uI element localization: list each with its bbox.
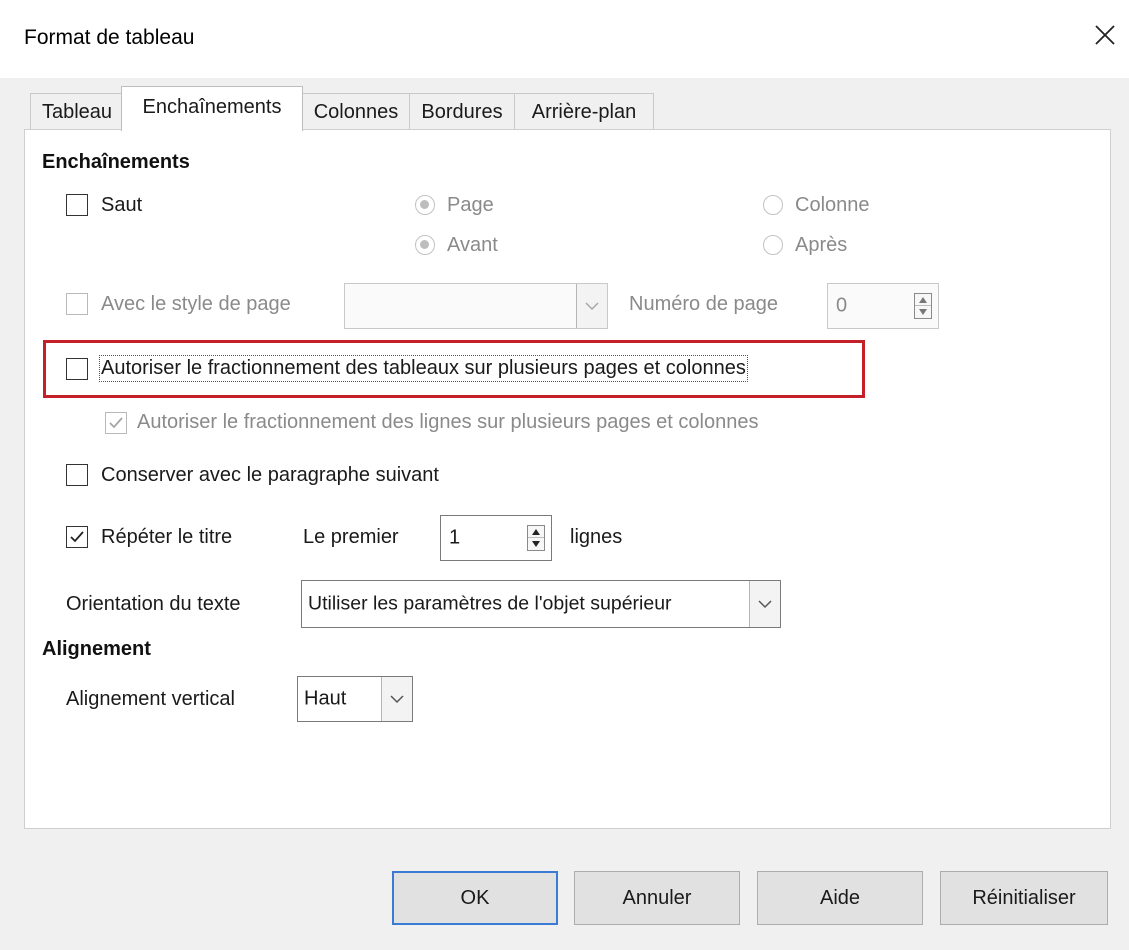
title-bar: Format de tableau (0, 0, 1129, 78)
fractionnement-tableaux-label: Autoriser le fractionnement des tableaux… (99, 355, 748, 382)
lignes-suffix: lignes (570, 526, 623, 548)
tab-tableau[interactable]: Tableau (30, 93, 124, 129)
numero-page-label: Numéro de page (629, 293, 778, 315)
saut-label: Saut (101, 194, 143, 216)
tab-enchainements[interactable]: Enchaînements (121, 86, 303, 131)
spin-up-icon[interactable] (915, 294, 931, 306)
fractionnement-lignes-label: Autoriser le fractionnement des lignes s… (137, 411, 759, 433)
style-page-label: Avec le style de page (101, 293, 291, 315)
tab-arriere-plan[interactable]: Arrière-plan (514, 93, 654, 129)
saut-checkbox[interactable] (66, 194, 88, 216)
dialog-title: Format de tableau (24, 26, 195, 49)
radio-apres-label: Après (795, 234, 848, 256)
reinitialiser-button[interactable]: Réinitialiser (940, 871, 1108, 925)
tab-bordures[interactable]: Bordures (409, 93, 515, 129)
spin-down-icon[interactable] (528, 538, 544, 550)
aide-button[interactable]: Aide (757, 871, 923, 925)
conserver-label: Conserver avec le paragraphe suivant (101, 464, 439, 486)
radio-apres[interactable] (763, 235, 783, 255)
radio-dot (420, 240, 429, 249)
orientation-select[interactable]: Utiliser les paramètres de l'objet supér… (301, 580, 781, 628)
style-page-checkbox[interactable] (66, 293, 88, 315)
orientation-label: Orientation du texte (66, 593, 241, 615)
radio-page[interactable] (415, 195, 435, 215)
tab-colonnes[interactable]: Colonnes (302, 93, 410, 129)
spin-down-icon[interactable] (915, 306, 931, 318)
checkmark-icon (70, 531, 84, 543)
numero-page-input[interactable]: 0 (827, 283, 939, 329)
numero-page-spinner[interactable] (914, 293, 932, 319)
checkmark-icon (109, 417, 123, 429)
radio-page-label: Page (447, 194, 494, 216)
radio-avant-label: Avant (447, 234, 498, 256)
alignement-vertical-label: Alignement vertical (66, 688, 235, 710)
close-icon[interactable] (1090, 20, 1120, 50)
annuler-button[interactable]: Annuler (574, 871, 740, 925)
radio-colonne[interactable] (763, 195, 783, 215)
fractionnement-lignes-checkbox[interactable] (105, 412, 127, 434)
section-heading-alignement: Alignement (42, 638, 151, 660)
chevron-down-icon[interactable] (576, 284, 607, 328)
alignement-vertical-select[interactable]: Haut (297, 676, 413, 722)
repeter-titre-label: Répéter le titre (101, 526, 233, 548)
radio-dot (420, 200, 429, 209)
section-heading-enchainements: Enchaînements (42, 151, 190, 173)
radio-avant[interactable] (415, 235, 435, 255)
radio-colonne-label: Colonne (795, 194, 870, 216)
style-page-select[interactable] (344, 283, 608, 329)
premier-lignes-input[interactable]: 1 (440, 515, 552, 561)
chevron-down-icon[interactable] (749, 581, 780, 627)
repeter-titre-checkbox[interactable] (66, 526, 88, 548)
ok-button[interactable]: OK (392, 871, 558, 925)
premier-spinner[interactable] (527, 525, 545, 551)
chevron-down-icon[interactable] (381, 677, 412, 721)
premier-label: Le premier (303, 526, 399, 548)
conserver-checkbox[interactable] (66, 464, 88, 486)
spin-up-icon[interactable] (528, 526, 544, 538)
fractionnement-tableaux-checkbox[interactable] (66, 358, 88, 380)
